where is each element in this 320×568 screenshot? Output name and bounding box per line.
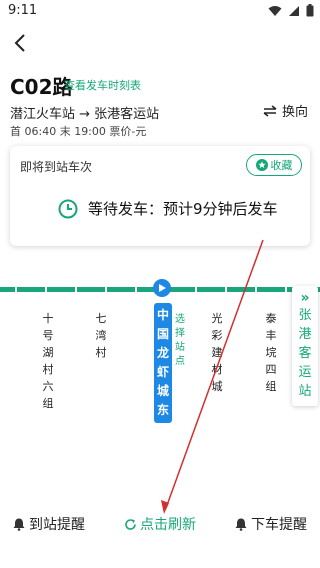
- favorite-label: 收藏: [270, 159, 293, 172]
- stop-item[interactable]: 十号湖村六组: [41, 310, 55, 412]
- status-bar: 9:11: [0, 0, 320, 24]
- timetable-link[interactable]: 查看发车时刻表: [64, 77, 141, 93]
- service-times: 首 06:40 末 19:00 票价-元: [10, 125, 147, 138]
- line-divider: [45, 287, 47, 292]
- select-stop-label: 选择站点: [175, 314, 185, 367]
- wifi-icon: [268, 5, 282, 16]
- line-divider: [75, 287, 77, 292]
- refresh-button[interactable]: 点击刷新: [124, 514, 196, 534]
- card-title: 即将到站车次: [20, 160, 93, 174]
- status-icons: [268, 4, 314, 17]
- favorite-button[interactable]: 收藏: [246, 154, 302, 176]
- status-time: 9:11: [8, 3, 38, 18]
- stop-item[interactable]: 光彩建材城: [210, 310, 224, 395]
- line-divider: [135, 287, 137, 292]
- stop-item[interactable]: 七湾村: [94, 310, 108, 361]
- signal-icon: [289, 5, 299, 16]
- alight-reminder-label: 下车提醒: [251, 517, 307, 533]
- stop-item-selected[interactable]: 中国龙虾城东: [154, 303, 172, 423]
- bell-icon: [235, 518, 247, 531]
- line-divider: [255, 287, 257, 292]
- line-divider: [15, 287, 17, 292]
- wait-text: 等待发车：预计9分钟后发车: [88, 200, 278, 218]
- battery-icon: [306, 4, 314, 17]
- star-icon: [255, 159, 268, 171]
- alight-reminder-button[interactable]: 下车提醒: [234, 514, 307, 534]
- arrival-card: 即将到站车次 收藏 等待发车：预计9分钟后发车: [10, 146, 310, 246]
- double-chevron-icon: »: [300, 290, 310, 306]
- line-divider: [105, 287, 107, 292]
- line-divider: [285, 287, 287, 292]
- refresh-label: 点击刷新: [140, 517, 196, 533]
- clock-icon: [58, 199, 78, 218]
- bell-icon: [13, 518, 25, 531]
- route-direction: 潜江火车站 → 张港客运站: [10, 107, 160, 122]
- arrival-reminder-label: 到站提醒: [29, 517, 85, 533]
- arrival-reminder-button[interactable]: 到站提醒: [12, 514, 85, 534]
- line-divider: [225, 287, 227, 292]
- terminal-stop-label: 张港客运站: [298, 308, 312, 399]
- bus-position-marker: [153, 279, 171, 297]
- terminal-stop[interactable]: » 张港客运站: [292, 286, 318, 406]
- switch-direction-label: 换向: [281, 105, 308, 120]
- wait-status: 等待发车：预计9分钟后发车: [58, 198, 278, 219]
- play-icon: [159, 284, 166, 292]
- refresh-icon: [125, 518, 136, 530]
- back-arrow-icon[interactable]: [10, 32, 32, 54]
- switch-direction-button[interactable]: 换向: [262, 101, 308, 120]
- line-divider: [195, 287, 197, 292]
- stop-item[interactable]: 泰丰垸四组: [264, 310, 278, 395]
- swap-icon: [263, 104, 277, 117]
